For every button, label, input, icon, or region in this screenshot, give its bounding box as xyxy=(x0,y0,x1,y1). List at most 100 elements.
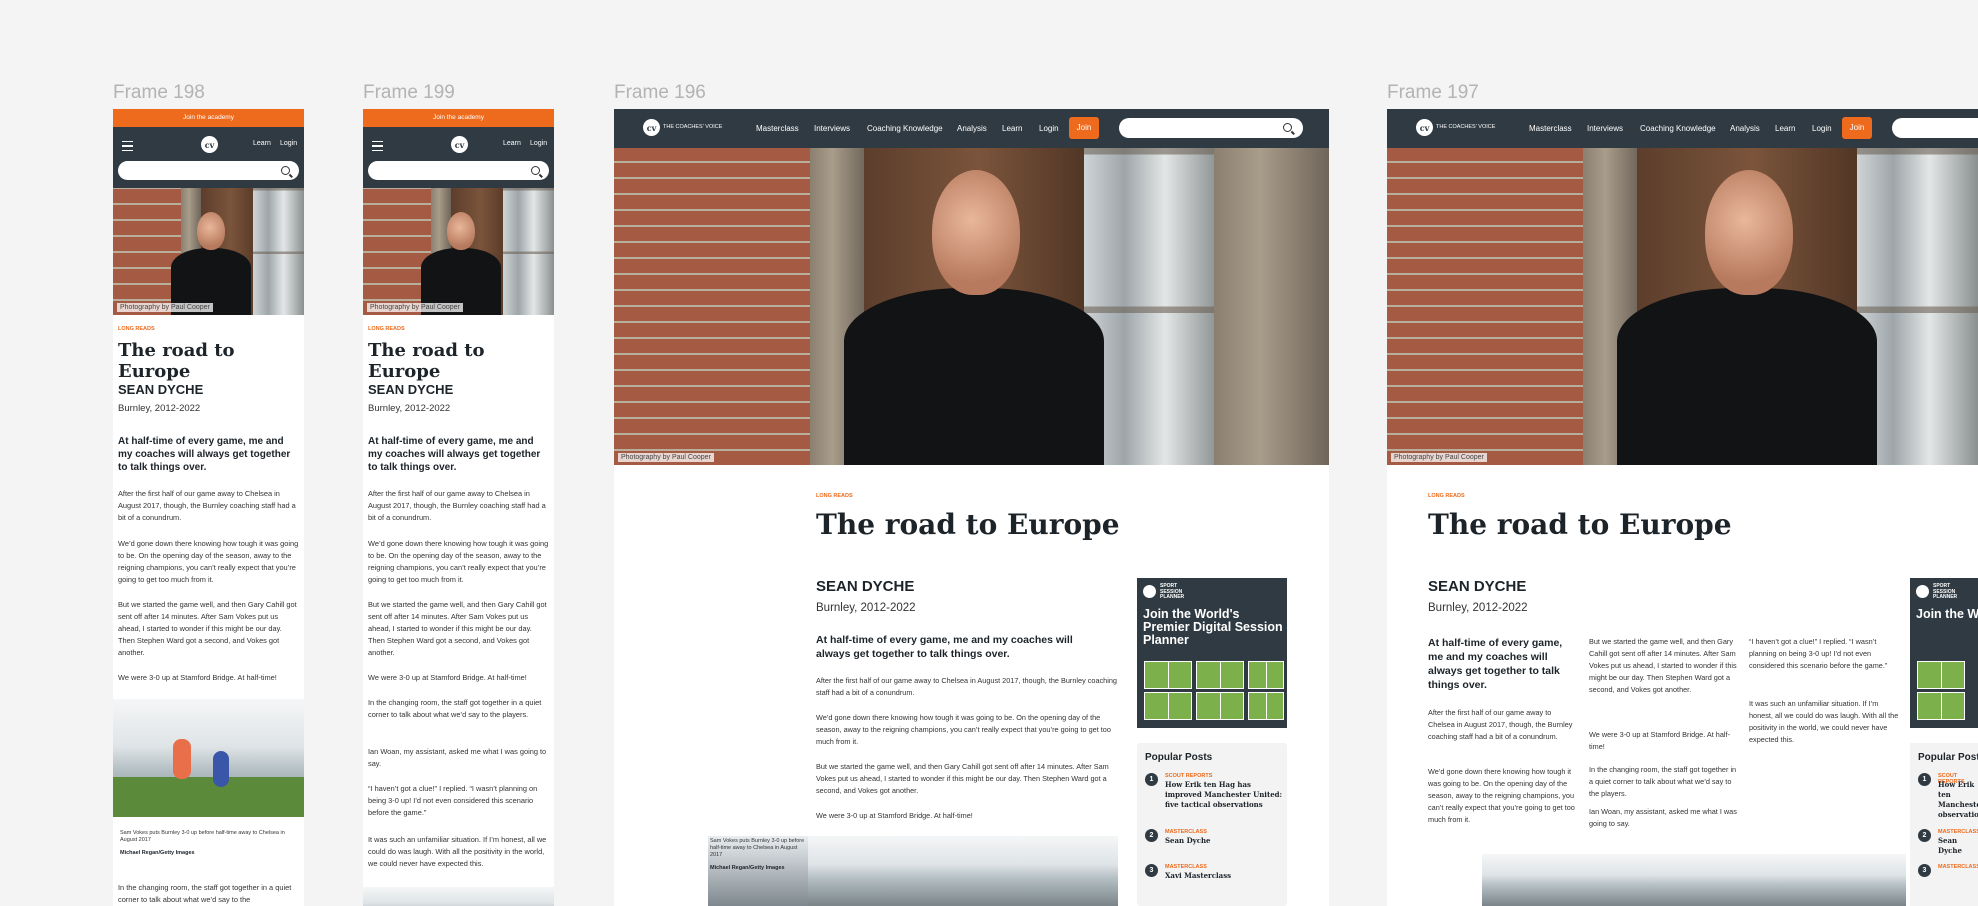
article-standfirst: At half-time of every game, me and my co… xyxy=(1428,637,1563,691)
article-paragraph: After the first half of our game away to… xyxy=(118,489,296,522)
article-paragraph: We’d gone down there knowing how tough i… xyxy=(816,713,1111,746)
logo-icon[interactable]: cv xyxy=(643,119,660,136)
nav-learn[interactable]: Learn xyxy=(1775,124,1795,133)
article-category[interactable]: LONG READS xyxy=(816,493,853,499)
coach-club: Burnley, 2012-2022 xyxy=(368,403,451,414)
hero-photo: Photography by Paul Cooper xyxy=(113,188,304,315)
nav-coaching-knowledge[interactable]: Coaching Knowledge xyxy=(1640,124,1716,133)
article-paragraph: But we started the game well, and then G… xyxy=(816,762,1109,795)
planner-headline: Join the W Premier Di Session P xyxy=(1916,608,1978,621)
nav-coaching-knowledge[interactable]: Coaching Knowledge xyxy=(867,124,943,133)
article-standfirst: At half-time of every game, me and my co… xyxy=(816,634,1073,660)
article-paragraph: Ian Woan, my assistant, asked me what I … xyxy=(368,747,547,768)
article-paragraph: “I haven’t got a clue!” I replied. “I wa… xyxy=(1749,637,1888,670)
desktop-header: cv THE COACHES' VOICE Masterclass Interv… xyxy=(614,109,1329,148)
article-paragraph: After the first half of our game away to… xyxy=(816,676,1117,697)
hero-photo: Photography by Paul Cooper xyxy=(363,188,554,315)
planner-logo-icon xyxy=(1143,585,1156,598)
article-title: The road to Europe xyxy=(368,340,485,382)
frame-label-197: Frame 197 xyxy=(1387,82,1479,103)
nav-login[interactable]: Login xyxy=(530,140,547,147)
nav-interviews[interactable]: Interviews xyxy=(814,124,850,133)
mobile-header: cv Learn Login xyxy=(363,127,554,197)
popular-posts: Popular Posts 1 SCOUT REPORTS How Erik t… xyxy=(1137,743,1287,906)
logo-icon[interactable]: cv xyxy=(451,136,468,153)
match-photo xyxy=(113,699,304,817)
session-planner-ad[interactable]: SPORT SESSION PLANNER Join the World's Pre… xyxy=(1137,578,1287,728)
coach-name: SEAN DYCHE xyxy=(816,578,915,595)
join-button[interactable]: Join xyxy=(1069,117,1099,139)
image-caption: Sam Vokes puts Burnley 3-0 up before hal… xyxy=(710,838,805,858)
nav-login[interactable]: Login xyxy=(280,140,297,147)
article-paragraph: We were 3-0 up at Stamford Bridge. At ha… xyxy=(368,673,527,682)
article-paragraph: “I haven’t got a clue!” I replied. “I wa… xyxy=(368,784,538,817)
nav-masterclass[interactable]: Masterclass xyxy=(1529,124,1572,133)
article-paragraph: After the first half of our game away to… xyxy=(368,489,546,522)
nav-analysis[interactable]: Analysis xyxy=(1730,124,1760,133)
search-icon[interactable] xyxy=(1283,123,1292,132)
popular-title: Popular Posts xyxy=(1918,752,1978,763)
nav-masterclass[interactable]: Masterclass xyxy=(756,124,799,133)
article-category[interactable]: LONG READS xyxy=(118,326,155,332)
article-title: The road to Europe xyxy=(1428,508,1732,541)
article-paragraph: We were 3-0 up at Stamford Bridge. At ha… xyxy=(1589,730,1731,751)
nav-learn[interactable]: Learn xyxy=(503,140,521,147)
article-paragraph: But we started the game well, and then G… xyxy=(118,600,297,657)
photo-credit: Photography by Paul Cooper xyxy=(117,303,213,312)
search-input[interactable] xyxy=(368,161,549,180)
nav-learn[interactable]: Learn xyxy=(253,140,271,147)
match-photo xyxy=(363,887,554,906)
planner-logo-icon xyxy=(1916,585,1929,598)
logo-icon[interactable]: cv xyxy=(201,136,218,153)
logo-icon[interactable]: cv xyxy=(1416,119,1433,136)
promo-bar[interactable]: Join the academy xyxy=(113,109,304,127)
article-paragraph: But we started the game well, and then G… xyxy=(1589,637,1737,694)
search-icon[interactable] xyxy=(281,166,290,175)
article-paragraph: We’d gone down there knowing how tough i… xyxy=(1428,767,1575,824)
logo-text[interactable]: THE COACHES' VOICE xyxy=(1436,124,1495,130)
promo-bar[interactable]: Join the academy xyxy=(363,109,554,127)
popular-title: Popular Posts xyxy=(1145,752,1213,763)
nav-interviews[interactable]: Interviews xyxy=(1587,124,1623,133)
article-paragraph: We’d gone down there knowing how tough i… xyxy=(118,539,299,584)
frame-197: cv THE COACHES' VOICE Masterclass Interv… xyxy=(1387,109,1978,906)
hamburger-icon[interactable] xyxy=(122,141,133,151)
search-input[interactable] xyxy=(1892,118,1978,138)
photo-credit: Photography by Paul Cooper xyxy=(618,453,714,462)
article-paragraph: After the first half of our game away to… xyxy=(1428,708,1573,741)
match-photo xyxy=(1482,854,1906,906)
article-paragraph: We’d gone down there knowing how tough i… xyxy=(368,539,549,584)
nav-learn[interactable]: Learn xyxy=(1002,124,1022,133)
frame-199: Join the academy cv Learn Login Photogra… xyxy=(363,109,554,906)
article-paragraph: It was such an unfamiliar situation. If … xyxy=(1749,699,1899,744)
article-paragraph: In the changing room, the staff got toge… xyxy=(118,883,292,904)
logo-text[interactable]: THE COACHES' VOICE xyxy=(663,124,722,130)
coach-name: SEAN DYCHE xyxy=(368,382,454,397)
join-button[interactable]: Join xyxy=(1842,117,1872,139)
article-category[interactable]: LONG READS xyxy=(368,326,405,332)
image-credit: Michael Regan/Getty Images xyxy=(120,850,195,856)
article-paragraph: It was such an unfamiliar situation. If … xyxy=(368,835,547,868)
planner-brand: SPORT SESSION PLANNER xyxy=(1933,583,1958,600)
photo-credit: Photography by Paul Cooper xyxy=(367,303,463,312)
article-category[interactable]: LONG READS xyxy=(1428,493,1465,499)
article-title: The road to Europe xyxy=(816,508,1120,541)
article-standfirst: At half-time of every game, me and my co… xyxy=(368,436,541,473)
article-paragraph: We were 3-0 up at Stamford Bridge. At ha… xyxy=(816,811,973,820)
coach-club: Burnley, 2012-2022 xyxy=(816,602,916,614)
article-paragraph: Ian Woan, my assistant, asked me what I … xyxy=(1589,807,1737,828)
coach-club: Burnley, 2012-2022 xyxy=(118,403,201,414)
article-standfirst: At half-time of every game, me and my co… xyxy=(118,436,291,473)
frame-198: Join the academy cv Learn Login Photogra… xyxy=(113,109,304,906)
coach-name: SEAN DYCHE xyxy=(1428,578,1527,595)
article-paragraph: But we started the game well, and then G… xyxy=(368,600,547,657)
search-icon[interactable] xyxy=(531,166,540,175)
search-input[interactable] xyxy=(118,161,299,180)
session-planner-ad[interactable]: SPORTSESSIONPLANNER Join the W Premier D… xyxy=(1910,578,1978,728)
nav-analysis[interactable]: Analysis xyxy=(957,124,987,133)
search-input[interactable] xyxy=(1119,118,1303,138)
coach-club: Burnley, 2012-2022 xyxy=(1428,602,1528,614)
nav-login[interactable]: Login xyxy=(1812,124,1832,133)
nav-login[interactable]: Login xyxy=(1039,124,1059,133)
hamburger-icon[interactable] xyxy=(372,141,383,151)
